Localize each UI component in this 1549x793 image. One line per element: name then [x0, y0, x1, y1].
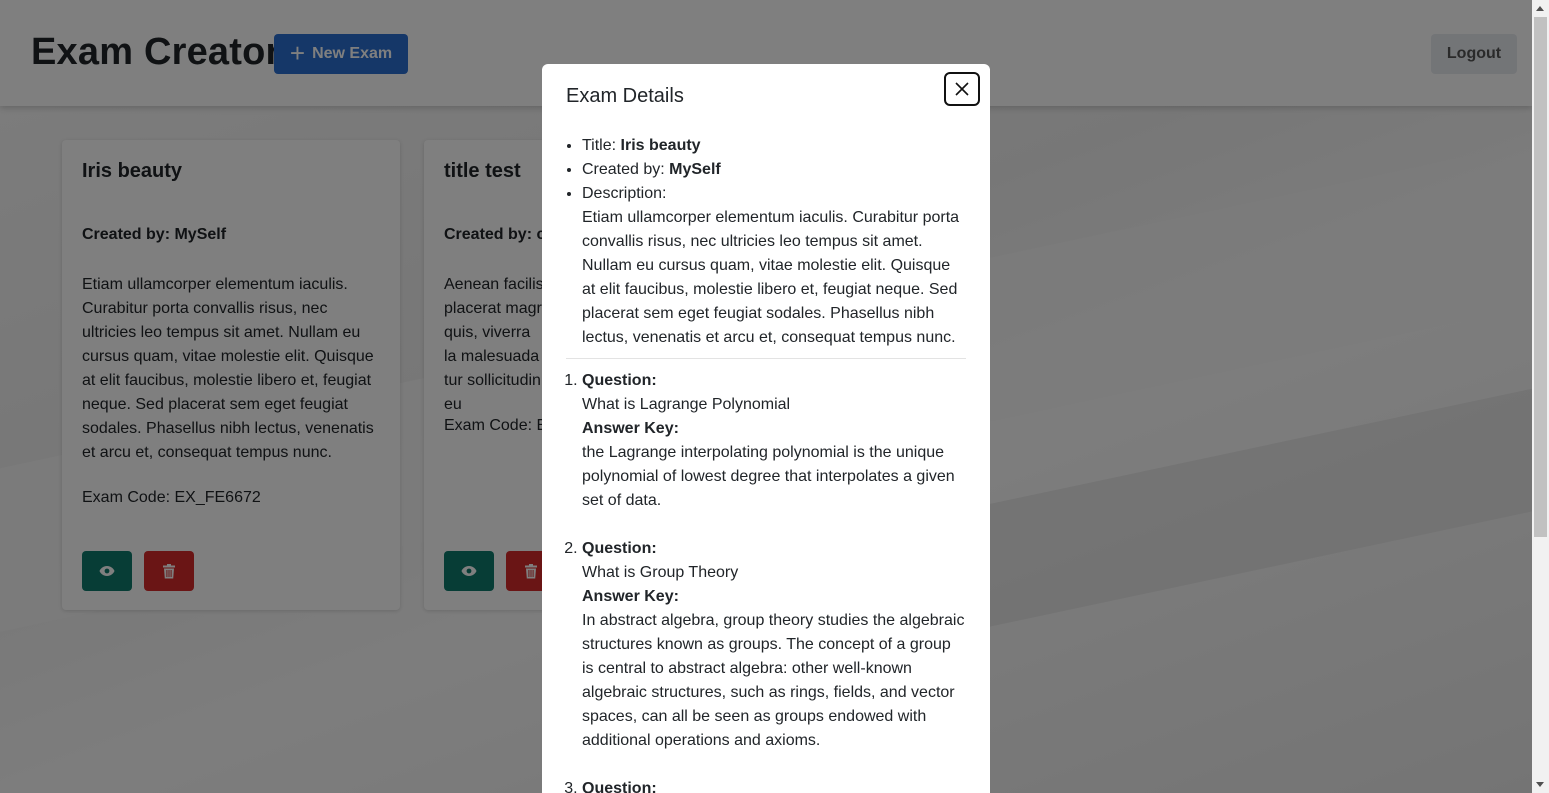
question-label: Question: [582, 780, 657, 793]
title-label: Title: [582, 137, 621, 154]
question-item: Question: What is Group Theory Answer Ke… [582, 537, 966, 753]
scroll-up-icon[interactable] [1536, 6, 1544, 11]
question-label: Question: [582, 372, 657, 389]
answer-text: In abstract algebra, group theory studie… [582, 612, 965, 749]
answer-label: Answer Key: [582, 420, 679, 437]
exam-details-modal: Exam Details Title: Iris beauty Created … [542, 64, 990, 793]
title-value: Iris beauty [620, 137, 701, 154]
answer-text: the Lagrange interpolating polynomial is… [582, 444, 955, 509]
modal-title: Exam Details [566, 85, 684, 107]
exam-info-description: Description: Etiam ullamcorper elementum … [582, 182, 966, 350]
question-text: What is Group Theory [582, 564, 739, 581]
modal-body: Title: Iris beauty Created by: MySelf De… [566, 134, 966, 793]
exam-info-creator: Created by: MySelf [582, 158, 966, 182]
answer-label: Answer Key: [582, 588, 679, 605]
question-list: Question: What is Lagrange Polynomial An… [566, 369, 966, 793]
scroll-down-icon[interactable] [1536, 782, 1544, 787]
divider [566, 358, 966, 359]
description-label: Description: [582, 185, 667, 202]
close-modal-button[interactable] [944, 72, 980, 106]
page-background: Exam Creator + New Exam Logout Iris beau… [0, 0, 1532, 793]
creator-label: Created by: [582, 161, 670, 178]
question-item: Question: [582, 777, 966, 793]
exam-info-list: Title: Iris beauty Created by: MySelf De… [566, 134, 966, 350]
creator-value: MySelf [669, 161, 721, 178]
question-item: Question: What is Lagrange Polynomial An… [582, 369, 966, 513]
question-label: Question: [582, 540, 657, 557]
exam-info-title: Title: Iris beauty [582, 134, 966, 158]
description-text: Etiam ullamcorper elementum iaculis. Cur… [582, 209, 960, 346]
question-text: What is Lagrange Polynomial [582, 396, 791, 413]
scrollbar-thumb[interactable] [1534, 17, 1547, 537]
page-scrollbar[interactable] [1532, 0, 1549, 793]
close-icon [955, 82, 969, 96]
